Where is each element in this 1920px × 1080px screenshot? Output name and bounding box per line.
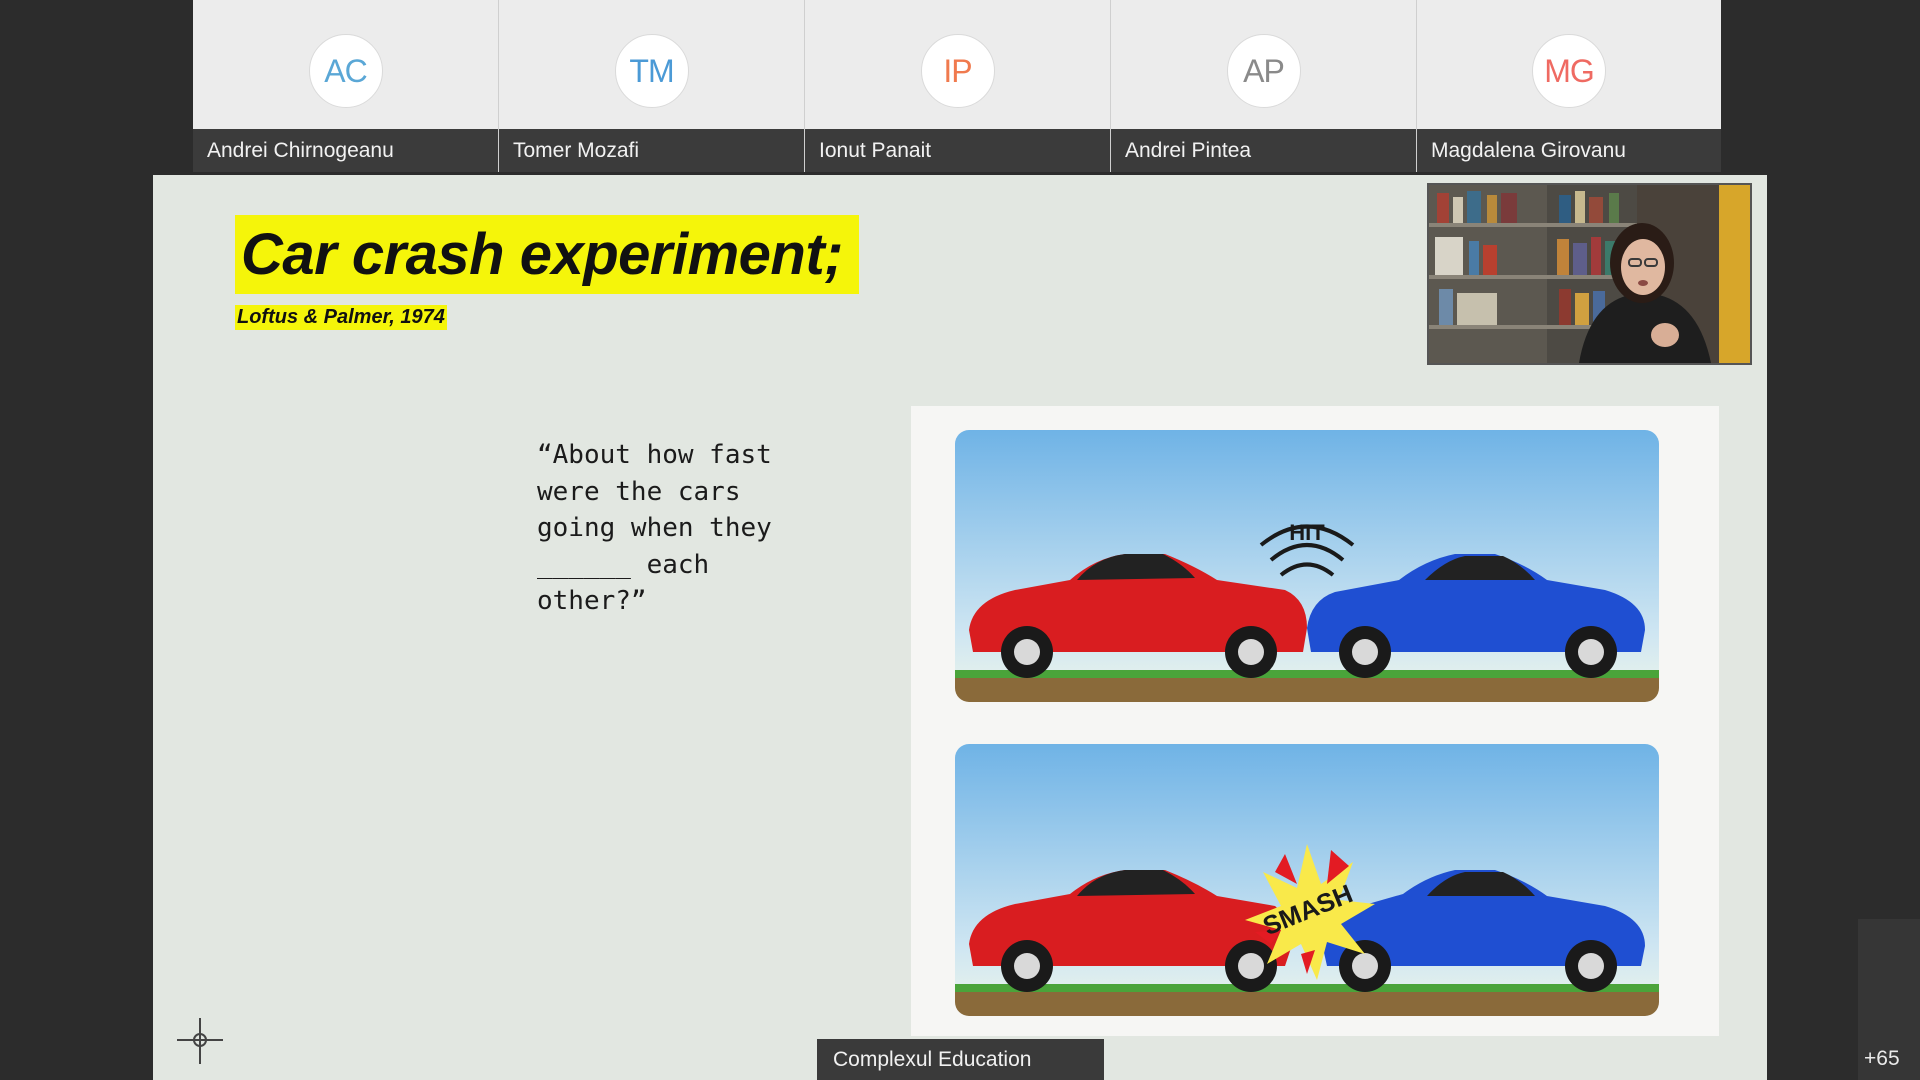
slide-title: Car crash experiment; bbox=[241, 222, 843, 287]
avatar: MG bbox=[1532, 34, 1606, 108]
slide-quote: “About how fast were the cars going when… bbox=[537, 440, 772, 616]
title-highlight: Car crash experiment; bbox=[235, 215, 859, 294]
avatar: AP bbox=[1226, 34, 1301, 108]
participant-tile[interactable]: TM Tomer Mozafi bbox=[499, 0, 805, 172]
participant-tile[interactable]: MG Magdalena Girovanu bbox=[1417, 0, 1721, 172]
participant-name: Andrei Pintea bbox=[1111, 129, 1416, 172]
crosshair-icon bbox=[177, 1018, 223, 1064]
participant-tile[interactable]: AC Andrei Chirnogeanu bbox=[193, 0, 499, 172]
participant-name: Andrei Chirnogeanu bbox=[193, 129, 498, 172]
participant-tile[interactable]: AP Andrei Pintea bbox=[1111, 0, 1417, 172]
participant-strip: AC Andrei Chirnogeanu TM Tomer Mozafi IP… bbox=[193, 0, 1721, 172]
participant-tile[interactable]: IP Ionut Panait bbox=[805, 0, 1111, 172]
participant-name: Magdalena Girovanu bbox=[1417, 129, 1721, 172]
presenter-name-tag: Complexul Education bbox=[817, 1039, 1104, 1080]
smash-illustration: SMASH bbox=[955, 744, 1659, 1016]
smash-panel: SMASH bbox=[955, 744, 1659, 1016]
avatar: IP bbox=[920, 34, 995, 108]
speaker-video-frame bbox=[1429, 185, 1750, 363]
hit-illustration: HIT bbox=[955, 430, 1659, 702]
avatar: AC bbox=[308, 34, 383, 108]
yellow-curtain bbox=[1719, 185, 1750, 363]
speaker-video[interactable] bbox=[1427, 183, 1752, 365]
participant-name: Ionut Panait bbox=[805, 129, 1110, 172]
hit-panel: HIT bbox=[955, 430, 1659, 702]
subtitle-highlight: Loftus & Palmer, 1974 bbox=[235, 305, 447, 330]
overflow-participant-count[interactable]: +65 bbox=[1864, 1047, 1900, 1071]
hit-label: HIT bbox=[1289, 520, 1325, 545]
avatar: TM bbox=[614, 34, 689, 108]
meeting-window: AC Andrei Chirnogeanu TM Tomer Mozafi IP… bbox=[0, 0, 1920, 1080]
slide-subtitle: Loftus & Palmer, 1974 bbox=[237, 306, 445, 328]
crash-illustration: HIT SMASH bbox=[911, 406, 1719, 1036]
participant-name: Tomer Mozafi bbox=[499, 129, 804, 172]
